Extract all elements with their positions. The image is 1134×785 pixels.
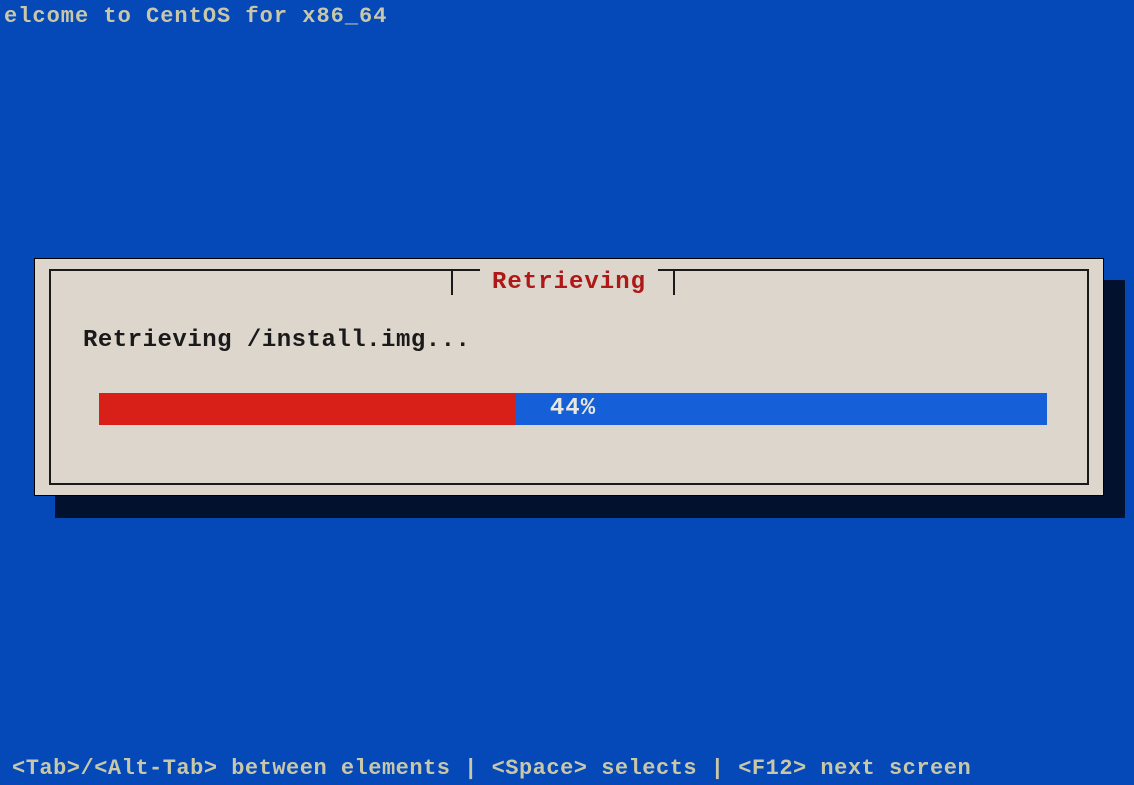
progress-bar: 44% [99, 393, 1047, 425]
title-bracket-left [451, 271, 453, 295]
retrieving-dialog: Retrieving Retrieving /install.img... 44… [34, 258, 1104, 496]
welcome-header: elcome to CentOS for x86_64 [4, 4, 387, 29]
title-bracket-right [673, 271, 675, 295]
keyboard-hints: <Tab>/<Alt-Tab> between elements | <Spac… [12, 756, 971, 781]
dialog-border: Retrieving [49, 269, 1089, 485]
status-text: Retrieving /install.img... [83, 327, 470, 354]
progress-percent-label: 44% [550, 395, 596, 422]
progress-fill [99, 393, 516, 425]
dialog-title: Retrieving [480, 269, 658, 296]
